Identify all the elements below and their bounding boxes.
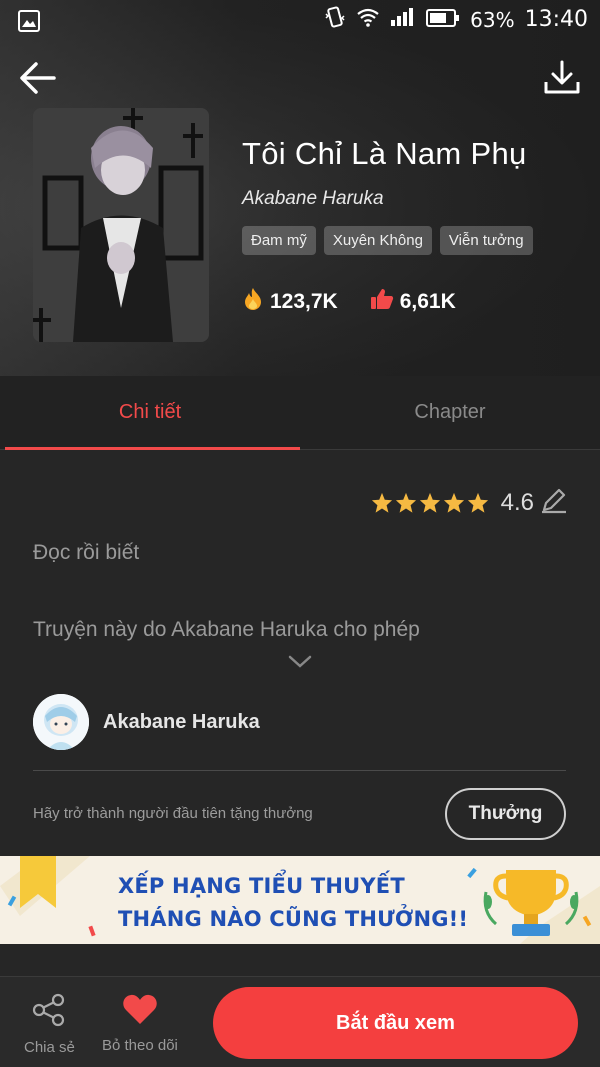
- views-stat: 123,7K: [242, 287, 338, 317]
- reward-prompt: Hãy trở thành người đầu tiên tặng thưởng: [33, 805, 313, 822]
- signal-icon: [390, 7, 416, 32]
- banner-text: XẾP HẠNG TIỂU THUYẾT THÁNG NÀO CŨNG THƯỞ…: [118, 870, 468, 936]
- trophy-icon: [476, 862, 586, 944]
- gallery-icon: [18, 10, 40, 36]
- star-icon: [395, 492, 416, 513]
- book-title: Tôi Chỉ Là Nam Phụ: [242, 136, 527, 171]
- chevron-down-icon[interactable]: [288, 654, 312, 670]
- author-profile[interactable]: Akabane Haruka: [33, 694, 260, 750]
- bottom-action-bar: Chia sẻ Bỏ theo dõi Bắt đầu xem: [0, 976, 600, 1067]
- star-rating: [371, 492, 489, 514]
- fire-icon: [242, 287, 264, 317]
- thumbs-up-icon: [370, 288, 394, 316]
- edit-pencil-icon[interactable]: [540, 486, 568, 519]
- rating-value: 4.6: [500, 488, 534, 516]
- star-icon: [467, 492, 488, 513]
- share-label: Chia sẻ: [24, 1039, 75, 1056]
- download-icon[interactable]: [542, 58, 582, 98]
- tab-bar: Chi tiết Chapter: [0, 376, 600, 450]
- tag-chip[interactable]: Viễn tưởng: [439, 226, 533, 255]
- book-author[interactable]: Akabane Haruka: [242, 188, 582, 210]
- rating: 4.6: [371, 486, 568, 519]
- tag-list: Đam mỹ Xuyên Không Viễn tưởng: [242, 226, 582, 255]
- likes-stat: 6,61K: [370, 288, 456, 316]
- clock: 13:40: [524, 7, 588, 32]
- wifi-icon: [356, 7, 380, 32]
- views-count: 123,7K: [270, 290, 338, 313]
- book-info: Tôi Chỉ Là Nam Phụ Akabane Haruka Đam mỹ…: [242, 136, 582, 317]
- vibrate-icon: [324, 6, 346, 33]
- back-arrow-icon[interactable]: [16, 56, 60, 100]
- unfollow-button[interactable]: Bỏ theo dõi: [102, 993, 178, 1054]
- section-separator: [0, 944, 600, 976]
- start-reading-button[interactable]: Bắt đầu xem: [213, 987, 578, 1059]
- battery-percent: 63%: [470, 7, 515, 32]
- permission-note: Truyện này do Akabane Haruka cho phép: [33, 618, 420, 641]
- banner-line-1: XẾP HẠNG TIỂU THUYẾT: [118, 874, 405, 898]
- book-cover: [33, 108, 209, 342]
- star-icon: [371, 492, 392, 513]
- likes-count: 6,61K: [399, 290, 456, 313]
- author-name: Akabane Haruka: [103, 710, 260, 733]
- follow-label: Bỏ theo dõi: [102, 1037, 178, 1054]
- share-button[interactable]: Chia sẻ: [24, 993, 75, 1056]
- tag-chip[interactable]: Đam mỹ: [242, 226, 316, 255]
- ranking-banner[interactable]: XẾP HẠNG TIỂU THUYẾT THÁNG NÀO CŨNG THƯỞ…: [0, 856, 600, 944]
- tab-chapter[interactable]: Chapter: [300, 376, 600, 449]
- heart-icon: [122, 993, 158, 1029]
- top-bar: [0, 52, 600, 102]
- status-bar: 63% 13:40: [0, 0, 600, 44]
- bookmark-ribbon-icon: [20, 856, 56, 913]
- star-icon: [443, 492, 464, 513]
- avatar: [33, 694, 89, 750]
- battery-icon: [426, 8, 460, 32]
- reward-button[interactable]: Thưởng: [445, 788, 566, 840]
- tag-chip[interactable]: Xuyên Không: [323, 226, 432, 255]
- book-stats: 123,7K 6,61K: [242, 287, 582, 317]
- share-icon: [32, 993, 66, 1031]
- divider: [33, 770, 566, 771]
- banner-line-2: THÁNG NÀO CŨNG THƯỞNG!!: [118, 907, 469, 931]
- star-icon: [419, 492, 440, 513]
- tab-details[interactable]: Chi tiết: [0, 376, 300, 450]
- book-description: Đọc rồi biết: [33, 541, 140, 564]
